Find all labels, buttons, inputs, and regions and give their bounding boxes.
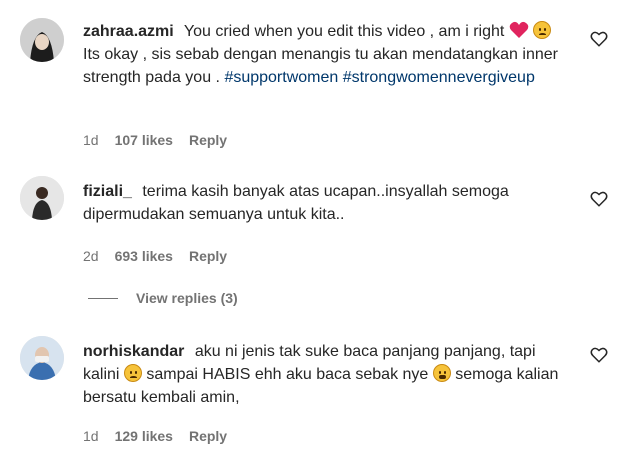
comment-text: You cried when you edit this video , am … <box>183 23 505 40</box>
hashtag-link[interactable]: #supportwomen <box>224 69 338 86</box>
reply-button[interactable]: Reply <box>189 428 227 444</box>
view-replies-label: View replies (3) <box>136 290 238 306</box>
likes-count[interactable]: 129 likes <box>115 428 173 444</box>
heart-outline-icon[interactable] <box>590 346 608 364</box>
avatar-fiziali[interactable] <box>20 176 64 220</box>
reply-button[interactable]: Reply <box>189 248 227 264</box>
divider-line <box>88 297 118 299</box>
red-heart-emoji <box>509 21 529 38</box>
likes-count[interactable]: 107 likes <box>115 132 173 148</box>
comment-username[interactable]: norhiskandar <box>83 343 184 360</box>
avatar-norhiskandar[interactable] <box>20 336 64 380</box>
comment-time: 1d <box>83 132 99 148</box>
comment-username[interactable]: fiziali_ <box>83 183 132 200</box>
comment-text: terima kasih banyak atas ucapan..insyall… <box>83 183 509 223</box>
weary-face-emoji <box>432 364 451 382</box>
heart-outline-icon[interactable] <box>590 190 608 208</box>
sad-face-emoji <box>533 21 552 39</box>
comment-meta: 2d 693 likes Reply <box>83 248 227 264</box>
comment-username[interactable]: zahraa.azmi <box>83 23 174 40</box>
comment-meta: 1d 107 likes Reply <box>83 132 227 148</box>
sad-face-emoji <box>123 364 142 382</box>
likes-count[interactable]: 693 likes <box>115 248 173 264</box>
avatar-zahraa[interactable] <box>20 18 64 62</box>
heart-outline-icon[interactable] <box>590 30 608 48</box>
reply-button[interactable]: Reply <box>189 132 227 148</box>
comment-time: 2d <box>83 248 99 264</box>
comment-text: sampai HABIS ehh aku baca sebak nye <box>146 366 429 383</box>
hashtag-link[interactable]: #strongwomennevergiveup <box>343 69 535 86</box>
comment-time: 1d <box>83 428 99 444</box>
view-replies-button[interactable]: View replies (3) <box>88 290 238 306</box>
comment-meta: 1d 129 likes Reply <box>83 428 227 444</box>
